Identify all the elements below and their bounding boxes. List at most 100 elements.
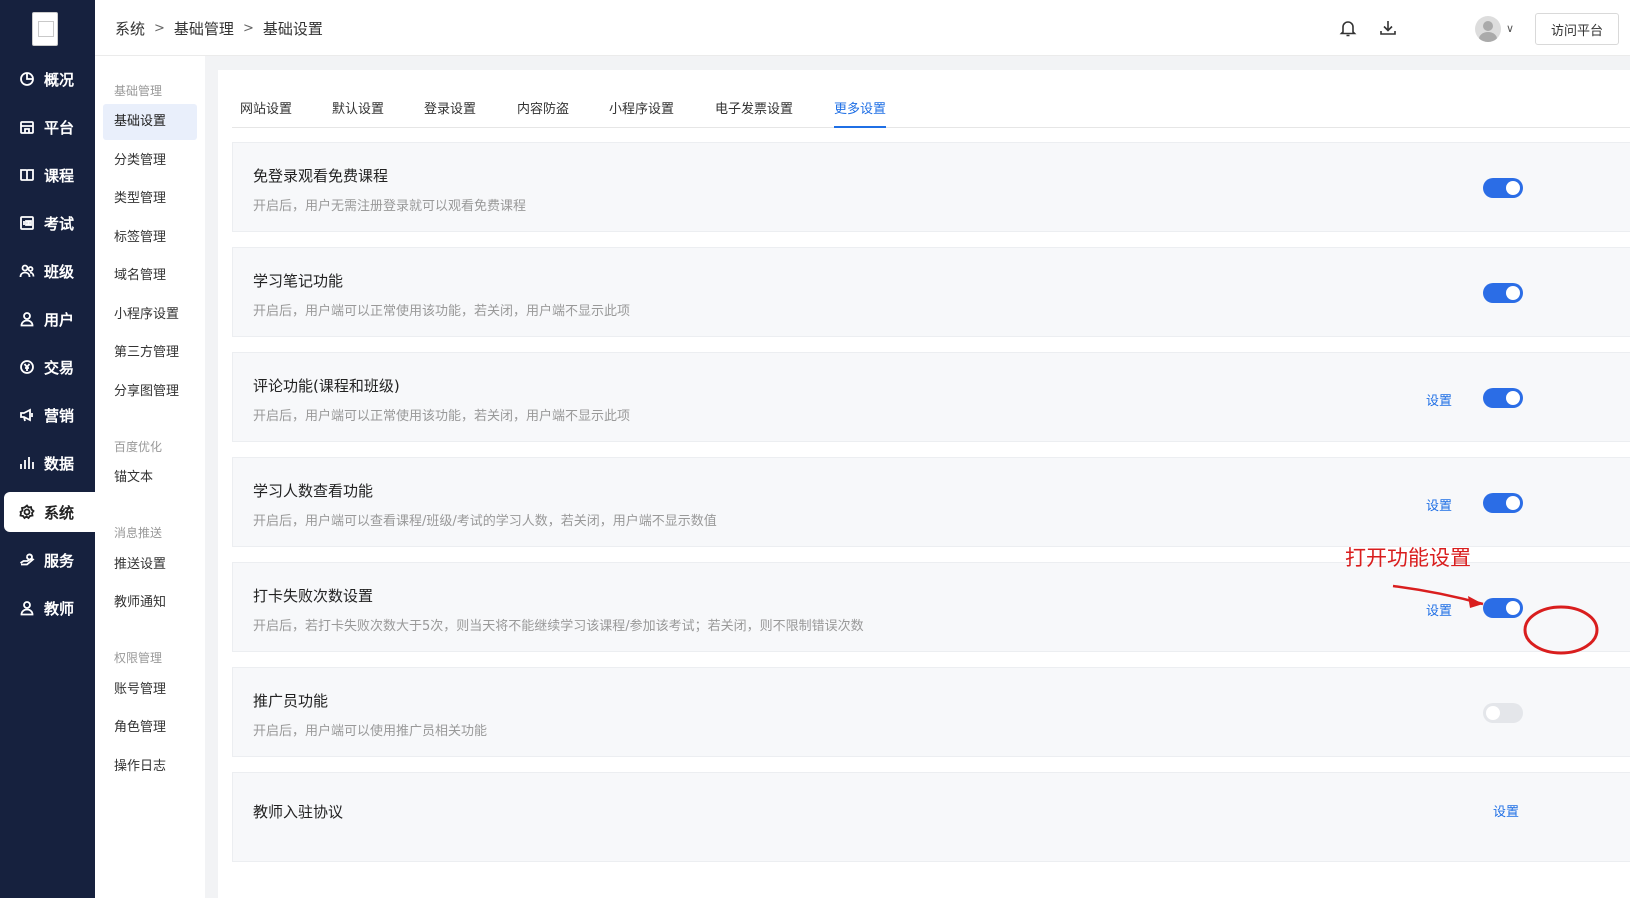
tab-miniprogram[interactable]: 小程序设置: [609, 98, 674, 128]
submenu-item-push-settings[interactable]: 推送设置: [103, 547, 197, 583]
tab-e-invoice[interactable]: 电子发票设置: [715, 98, 793, 128]
chevron-right-icon: >: [242, 21, 254, 36]
nav-item-system[interactable]: 系统: [4, 492, 95, 532]
book-icon: [18, 166, 36, 184]
setting-toggle[interactable]: [1483, 178, 1523, 198]
yen-icon: [18, 358, 36, 376]
logo[interactable]: [32, 12, 58, 46]
nav-item-label: 平台: [44, 118, 75, 137]
breadcrumb-item[interactable]: 系统: [115, 18, 145, 39]
submenu-item-anchor-text[interactable]: 锚文本: [103, 460, 197, 496]
setting-row: 学习笔记功能 开启后，用户端可以正常使用该功能，若关闭，用户端不显示此项: [232, 247, 1630, 337]
megaphone-icon: [18, 406, 36, 424]
submenu-item-teacher-notice[interactable]: 教师通知: [103, 585, 197, 621]
setting-title: 推广员功能: [253, 692, 329, 710]
settings-link[interactable]: 设置: [1426, 495, 1452, 514]
settings-link[interactable]: 设置: [1426, 600, 1452, 619]
bell-icon[interactable]: [1338, 18, 1360, 40]
setting-title: 评论功能(课程和班级): [253, 377, 400, 395]
breadcrumb: 系统 > 基础管理 > 基础设置: [115, 18, 323, 39]
nav-item-overview[interactable]: 概况: [4, 59, 95, 99]
submenu-group-label: 消息推送: [114, 526, 163, 540]
setting-toggle[interactable]: [1483, 493, 1523, 513]
settings-link[interactable]: 设置: [1426, 390, 1452, 409]
setting-row: 免登录观看免费课程 开启后，用户无需注册登录就可以观看免费课程: [232, 142, 1630, 232]
nav-item-label: 考试: [44, 214, 75, 233]
submenu-item-miniprogram[interactable]: 小程序设置: [103, 297, 197, 333]
nav-item-label: 课程: [44, 166, 75, 185]
nav-item-label: 系统: [44, 503, 75, 522]
setting-toggle[interactable]: [1483, 703, 1523, 723]
avatar[interactable]: [1475, 16, 1501, 42]
setting-toggle[interactable]: [1483, 598, 1523, 618]
nav-item-label: 交易: [44, 358, 75, 377]
setting-row: 教师入驻协议 设置: [232, 772, 1630, 862]
download-icon[interactable]: [1378, 18, 1400, 40]
setting-toggle[interactable]: [1483, 283, 1523, 303]
submenu-item-logs[interactable]: 操作日志: [103, 749, 197, 785]
nav-item-label: 服务: [44, 551, 75, 570]
nav-item-label: 班级: [44, 262, 75, 281]
submenu-item-domain[interactable]: 域名管理: [103, 258, 197, 294]
chevron-down-icon[interactable]: ∨: [1506, 22, 1514, 35]
nav-item-data[interactable]: 数据: [4, 443, 95, 483]
setting-description: 开启后，若打卡失败次数大于5次，则当天将不能继续学习该课程/参加该考试；若关闭，…: [253, 619, 864, 634]
main-nav: 概况 平台 课程 考试 班级 用户 交易 营销 数据 系统 服务 教师: [0, 0, 95, 898]
submenu-item-category[interactable]: 分类管理: [103, 143, 197, 179]
submenu-item-roles[interactable]: 角色管理: [103, 710, 197, 746]
submenu-item-third-party[interactable]: 第三方管理: [103, 335, 197, 371]
nav-item-user[interactable]: 用户: [4, 299, 95, 339]
settings-tabs: 网站设置 默认设置 登录设置 内容防盗 小程序设置 电子发票设置 更多设置: [232, 98, 1630, 128]
nav-item-class[interactable]: 班级: [4, 251, 95, 291]
tab-anti-piracy[interactable]: 内容防盗: [517, 98, 569, 128]
gear-icon: [18, 503, 36, 521]
tab-website[interactable]: 网站设置: [240, 98, 292, 128]
submenu-item-share-image[interactable]: 分享图管理: [103, 374, 197, 410]
submenu-item-tags[interactable]: 标签管理: [103, 220, 197, 256]
setting-row: 评论功能(课程和班级) 开启后，用户端可以正常使用该功能，若关闭，用户端不显示此…: [232, 352, 1630, 442]
setting-title: 教师入驻协议: [253, 803, 344, 821]
chevron-right-icon: >: [154, 21, 165, 36]
store-icon: [18, 118, 36, 136]
setting-title: 学习人数查看功能: [253, 482, 374, 500]
nav-item-platform[interactable]: 平台: [4, 107, 95, 147]
setting-toggle[interactable]: [1483, 388, 1523, 408]
setting-description: 开启后，用户端可以正常使用该功能，若关闭，用户端不显示此项: [253, 409, 631, 424]
setting-row: 学习人数查看功能 开启后，用户端可以查看课程/班级/考试的学习人数，若关闭，用户…: [232, 457, 1630, 547]
nav-item-exam[interactable]: 考试: [4, 203, 95, 243]
submenu-item-type[interactable]: 类型管理: [103, 181, 197, 217]
service-hand-icon: [18, 551, 36, 569]
setting-row: 推广员功能 开启后，用户端可以使用推广员相关功能: [232, 667, 1630, 757]
bar-chart-icon: [18, 454, 36, 472]
nav-item-service[interactable]: 服务: [4, 540, 95, 580]
setting-row: 打卡失败次数设置 开启后，若打卡失败次数大于5次，则当天将不能继续学习该课程/参…: [232, 562, 1630, 652]
tab-default[interactable]: 默认设置: [332, 98, 384, 128]
setting-title: 打卡失败次数设置: [253, 587, 374, 605]
submenu-group-label: 基础管理: [114, 84, 163, 98]
nav-item-marketing[interactable]: 营销: [4, 395, 95, 435]
submenu-item-basic-settings[interactable]: 基础设置: [103, 104, 197, 140]
nav-item-label: 数据: [44, 454, 75, 473]
breadcrumb-item[interactable]: 基础管理: [174, 18, 234, 39]
submenu-item-accounts[interactable]: 账号管理: [103, 672, 197, 708]
top-header: 系统 > 基础管理 > 基础设置 ∨ 访问平台: [95, 0, 1630, 56]
nav-item-teacher[interactable]: 教师: [4, 588, 95, 628]
tab-login[interactable]: 登录设置: [424, 98, 476, 128]
nav-item-label: 用户: [44, 310, 75, 329]
user-icon: [18, 310, 36, 328]
setting-title: 免登录观看免费课程: [253, 167, 389, 185]
nav-item-label: 概况: [44, 70, 75, 89]
pie-chart-icon: [18, 70, 36, 88]
submenu-group-label: 百度优化: [114, 440, 163, 454]
teacher-icon: [18, 599, 36, 617]
setting-description: 开启后，用户无需注册登录就可以观看免费课程: [253, 199, 527, 214]
tab-more-settings[interactable]: 更多设置: [834, 98, 887, 128]
exam-100-icon: [18, 214, 36, 232]
nav-item-trade[interactable]: 交易: [4, 347, 95, 387]
setting-description: 开启后，用户端可以使用推广员相关功能: [253, 724, 488, 739]
nav-item-course[interactable]: 课程: [4, 155, 95, 195]
setting-description: 开启后，用户端可以正常使用该功能，若关闭，用户端不显示此项: [253, 304, 631, 319]
settings-link[interactable]: 设置: [1493, 801, 1519, 820]
annotation-label: 打开功能设置: [1345, 546, 1471, 570]
visit-platform-button[interactable]: 访问平台: [1535, 13, 1619, 45]
